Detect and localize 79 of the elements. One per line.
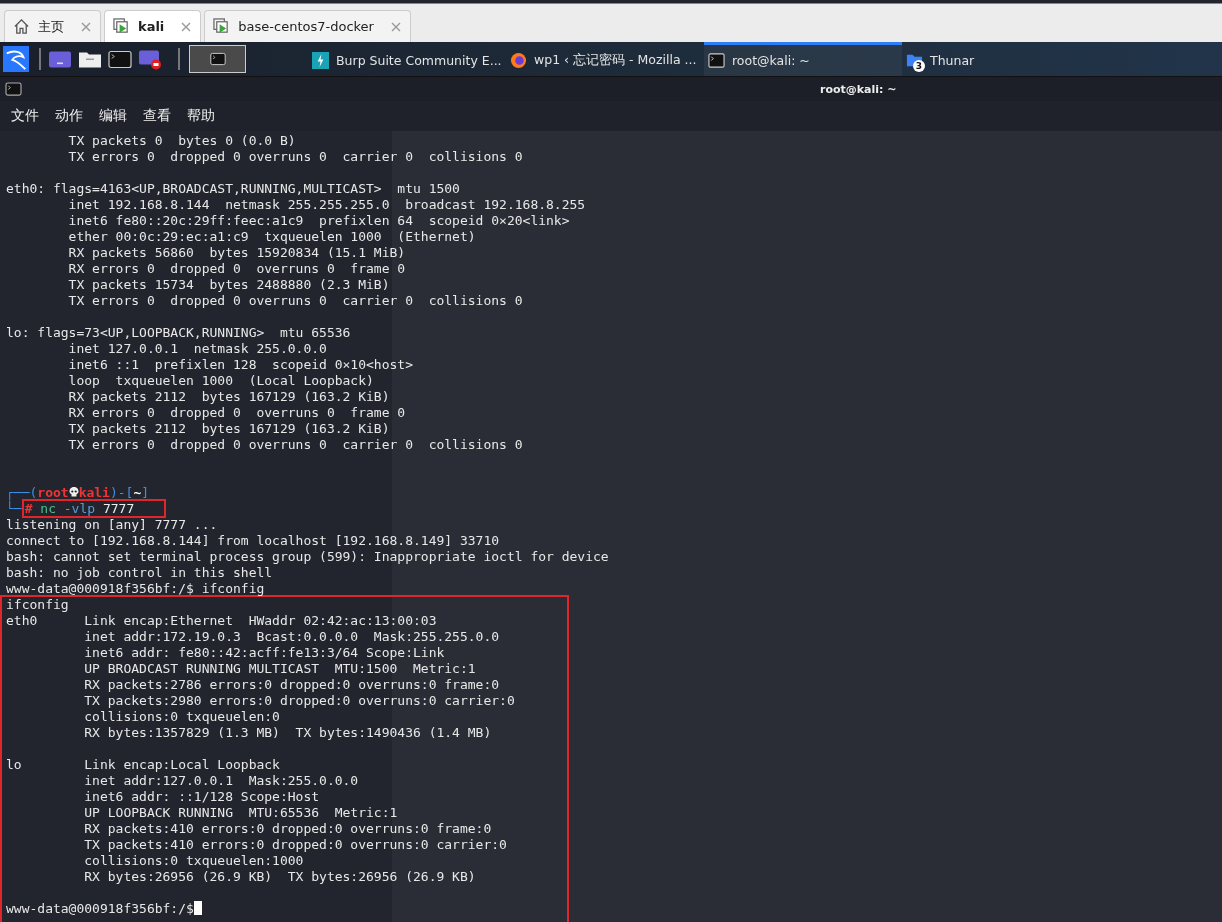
window-title: root@kali: ~ xyxy=(820,82,897,96)
taskbar-window-button[interactable]: 3 Thunar xyxy=(902,42,1100,76)
terminal-line: RX errors 0 dropped 0 overruns 0 frame 0 xyxy=(67,261,406,276)
skull-icon xyxy=(67,486,80,498)
prompt-frame: └─ xyxy=(6,501,22,516)
browser-tab[interactable]: 主页 xyxy=(4,10,101,42)
prompt-user: root xyxy=(37,485,69,500)
lightning-icon xyxy=(312,52,329,69)
workspace-button[interactable] xyxy=(189,45,246,73)
count-badge: 3 xyxy=(913,60,925,72)
terminal-line: collisions:0 txqueuelen:0 xyxy=(83,709,280,724)
menu-item[interactable]: 查看 xyxy=(143,107,171,125)
terminal-line: TX packets 0 bytes 0 (0.0 B) xyxy=(67,133,296,148)
terminal-line: inet6 ::1 prefixlen 128 scopeid 0×10<host> xyxy=(67,357,413,372)
terminal-line: TX errors 0 dropped 0 overruns 0 carrier 0 collisions 0 xyxy=(67,149,523,164)
close-icon[interactable] xyxy=(80,20,92,33)
terminal-line: inet6 addr: fe80::42:acff:fe13:3/64 Scope:Link xyxy=(83,645,445,660)
terminal-line: inet addr:127.0.0.1 Mask:255.0.0.0 xyxy=(83,773,359,788)
taskbar-window-button[interactable]: root@kali: ~ xyxy=(704,42,902,76)
terminal-line: inet6 addr: ::1/128 Scope:Host xyxy=(83,789,320,804)
terminal-line: listening on [any] 7777 ... xyxy=(6,517,218,532)
screen-record-icon[interactable] xyxy=(138,48,162,70)
terminal-line: inet 127.0.0.1 netmask 255.0.0.0 xyxy=(67,341,327,356)
terminal-line: eth0 Link encap:Ethernet HWaddr 02:42:ac:13:00:03 xyxy=(6,613,437,628)
terminal-line: bash: cannot set terminal process group (599): Inappropriate ioctl for device xyxy=(6,549,609,564)
menu-item[interactable]: 文件 xyxy=(11,107,39,125)
prompt-frame: )-[ xyxy=(109,485,134,500)
terminal-icon xyxy=(5,81,22,97)
close-icon[interactable] xyxy=(389,20,402,33)
terminal-line: connect to [192.168.8.144] from localhost [192.168.8.149] 33710 xyxy=(6,533,500,548)
terminal-line: TX packets 2112 bytes 167129 (163.2 KiB) xyxy=(67,421,390,436)
prompt-frame: ┌──( xyxy=(6,485,38,500)
terminal-icon xyxy=(209,52,226,66)
terminal-icon xyxy=(708,52,725,69)
terminal-line: inet6 fe80::20c:29ff:feec:a1c9 prefixlen 64 scopeid 0×20<link> xyxy=(67,213,570,228)
command-highlight: # nc -vlp 7777 xyxy=(21,499,167,518)
taskbar-window-button[interactable]: wp1 ‹ 忘记密码 - Mozilla ... xyxy=(506,42,704,76)
prompt-host: kali xyxy=(78,485,110,500)
terminal-line: RX packets:410 errors:0 dropped:0 overruns:0 frame:0 xyxy=(83,821,492,836)
terminal-line: www-data@000918f356bf:/$ ifconfig xyxy=(6,581,265,596)
terminal-line: TX packets:2980 errors:0 dropped:0 overruns:0 carrier:0 xyxy=(83,693,515,708)
browser-icon xyxy=(510,52,527,69)
home-icon xyxy=(13,18,30,35)
terminal-line: RX packets 56860 bytes 15920834 (15.1 MiB) xyxy=(67,245,406,260)
terminal-line: UP BROADCAST RUNNING MULTICAST MTU:1500 Metric:1 xyxy=(83,661,476,676)
terminal-line: lo: flags=73<UP,LOOPBACK,RUNNING> mtu 65536 xyxy=(6,325,351,340)
terminal-line: inet addr:172.19.0.3 Bcast:0.0.0.0 Mask:255.255.0.0 xyxy=(83,629,500,644)
virtual-machine-icon xyxy=(113,18,130,35)
terminal-line: eth0: flags=4163<UP,BROADCAST,RUNNING,MULTICAST> mtu 1500 xyxy=(6,181,460,196)
terminal-line: collisions:0 txqueuelen:1000 xyxy=(83,853,304,868)
terminal-line: ifconfig xyxy=(6,597,69,612)
terminal-line: RX packets 2112 bytes 167129 (163.2 KiB) xyxy=(67,389,390,404)
terminal-line: TX packets 15734 bytes 2488880 (2.3 MiB) xyxy=(67,277,390,292)
terminal-line: loop txqueuelen 1000 (Local Loopback) xyxy=(67,373,374,388)
terminal-icon[interactable] xyxy=(108,48,132,70)
prompt-frame: ] xyxy=(141,485,150,500)
virtual-machine-icon xyxy=(213,18,231,35)
terminal-line: RX bytes:1357829 (1.3 MB) TX bytes:1490436 (1.4 MB) xyxy=(83,725,492,740)
taskbar-window-button[interactable]: Burp Suite Community E... xyxy=(308,42,506,76)
terminal-line: RX errors 0 dropped 0 overruns 0 frame 0 xyxy=(67,405,406,420)
terminal-line: TX errors 0 dropped 0 overruns 0 carrier 0 collisions 0 xyxy=(67,293,523,308)
terminal-line: TX packets:410 errors:0 dropped:0 overruns:0 carrier:0 xyxy=(83,837,507,852)
terminal-line: ether 00:0c:29:ec:a1:c9 txqueuelen 1000 (Ethernet) xyxy=(67,229,476,244)
menu-item[interactable]: 动作 xyxy=(55,107,83,125)
terminal-line: TX errors 0 dropped 0 overruns 0 carrier 0 collisions 0 xyxy=(67,437,523,452)
browser-tab[interactable]: kali xyxy=(104,10,202,42)
terminal-line: UP LOOPBACK RUNNING MTU:65536 Metric:1 xyxy=(83,805,398,820)
menu-item[interactable]: 帮助 xyxy=(187,107,215,125)
menu-item[interactable]: 编辑 xyxy=(99,107,127,125)
terminal-line: bash: no job control in this shell xyxy=(6,565,273,580)
shell-prompt: www-data@000918f356bf:/$ xyxy=(6,901,194,916)
terminal-line: inet 192.168.8.144 netmask 255.255.255.0 broadcast 192.168.8.255 xyxy=(67,197,586,212)
logo-icon[interactable] xyxy=(3,46,29,72)
terminal-line: lo Link encap:Local Loopback xyxy=(6,757,280,772)
browser-tab[interactable]: base-centos7-docker xyxy=(204,10,411,42)
prompt-directory: ~ xyxy=(133,485,142,500)
terminal-line: RX packets:2786 errors:0 dropped:0 overruns:0 frame:0 xyxy=(83,677,500,692)
close-icon[interactable] xyxy=(180,20,193,33)
terminal-line: RX bytes:26956 (26.9 KB) TX bytes:26956 (26.9 KB) xyxy=(83,869,476,884)
